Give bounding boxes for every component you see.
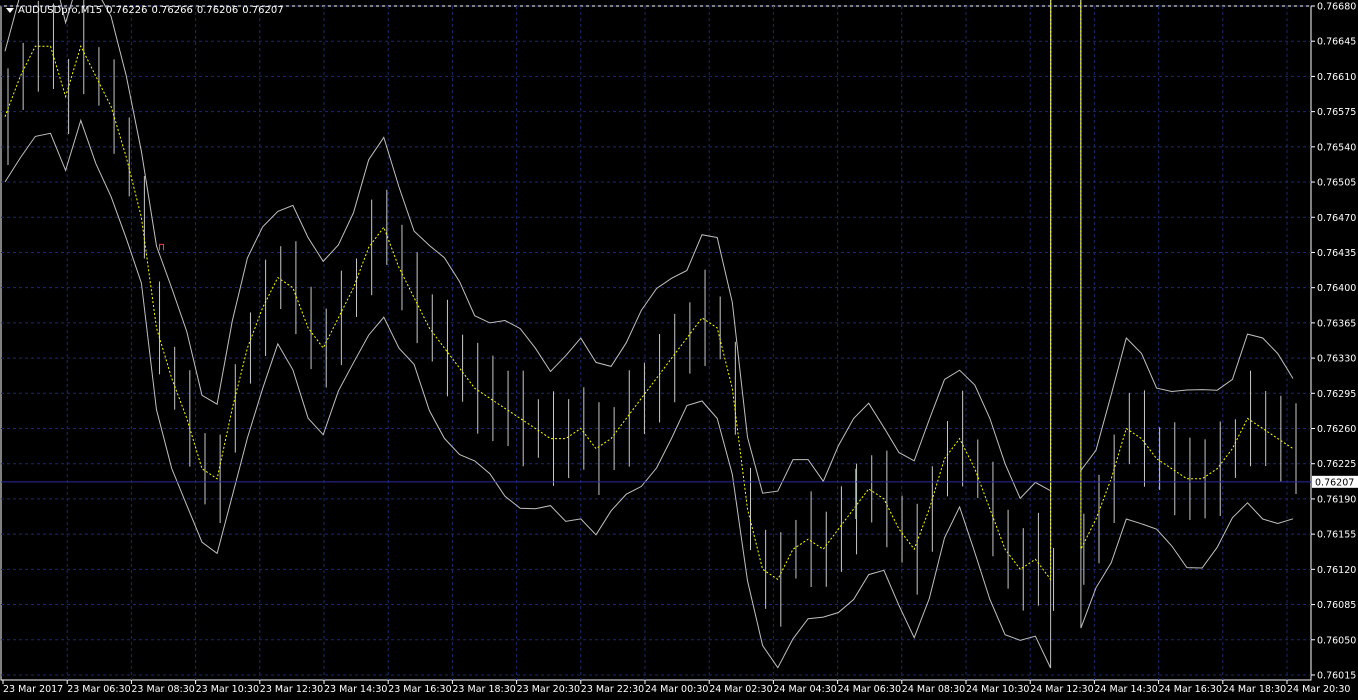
y-tick-label: 0.76470 [1317, 213, 1356, 224]
open-value: 0.76226 [106, 5, 148, 16]
high-value: 0.76266 [151, 5, 193, 16]
sell-arrow-icon [159, 243, 165, 251]
x-tick-label: 24 Mar 04:30 [773, 684, 836, 695]
y-tick-label: 0.76190 [1317, 494, 1356, 505]
y-tick-label: 0.76155 [1317, 530, 1356, 541]
y-tick-label: 0.76225 [1317, 459, 1356, 470]
price-chart[interactable]: 0.76680 0.76645 0.76610 0.76575 0.76540 0.765… [0, 0, 1358, 700]
x-tick-label: 23 Mar 06:30 [67, 684, 130, 695]
y-tick-label: 0.76015 [1317, 670, 1356, 681]
y-tick-label: 0.76645 [1317, 37, 1356, 48]
x-tick-label: 24 Mar 10:30 [966, 684, 1029, 695]
x-tick-label: 24 Mar 08:30 [902, 684, 965, 695]
x-tick-label: 24 Mar 06:30 [838, 684, 901, 695]
x-tick-label: 23 Mar 22:30 [581, 684, 644, 695]
y-tick-label: 0.76365 [1317, 318, 1356, 329]
y-tick-label: 0.76330 [1317, 354, 1356, 365]
x-tick-label: 23 Mar 10:30 [196, 684, 259, 695]
y-tick-label: 0.76260 [1317, 424, 1356, 435]
x-tick-label: 23 Mar 08:30 [131, 684, 194, 695]
y-tick-label: 0.76050 [1317, 635, 1356, 646]
y-tick-label: 0.76295 [1317, 389, 1356, 400]
x-tick-label: 23 Mar 14:30 [324, 684, 387, 695]
low-value: 0.76206 [196, 5, 239, 16]
upper-band-line [4, 0, 1294, 500]
y-tick-label: 0.76575 [1317, 107, 1356, 118]
x-tick-label: 24 Mar 00:30 [645, 684, 708, 695]
x-tick-label: 23 Mar 2017 [3, 684, 63, 695]
collapse-triangle-icon[interactable] [6, 7, 14, 13]
x-tick-label: 24 Mar 16:30 [1159, 684, 1222, 695]
x-tick-label: 24 Mar 02:30 [709, 684, 772, 695]
x-tick-label: 23 Mar 12:30 [260, 684, 323, 695]
y-tick-label: 0.76610 [1317, 72, 1356, 83]
y-tick-label: 0.76505 [1317, 178, 1356, 189]
x-tick-label: 23 Mar 16:30 [388, 684, 451, 695]
y-tick-label: 0.76400 [1317, 283, 1356, 294]
plot-frame [0, 5, 1312, 681]
x-tick-label: 24 Mar 12:30 [1030, 684, 1093, 695]
lower-band-line [4, 0, 1294, 669]
x-tick-label: 23 Mar 20:30 [517, 684, 580, 695]
symbol-label: AUDUSDpro,M15 [18, 5, 103, 16]
current-price-label: 0.76207 [1315, 477, 1354, 488]
moving-average-line [4, 0, 1294, 581]
x-tick-label: 24 Mar 20:30 [1287, 684, 1350, 695]
x-tick-label: 23 Mar 18:30 [452, 684, 515, 695]
x-tick-label: 24 Mar 14:30 [1094, 684, 1157, 695]
y-tick-label: 0.76540 [1317, 142, 1356, 153]
y-tick-label: 0.76435 [1317, 248, 1356, 259]
chart-header: AUDUSDpro,M15 0.76226 0.76266 0.76206 0.7620… [6, 4, 288, 18]
x-tick-label: 24 Mar 18:30 [1223, 684, 1286, 695]
y-tick-label: 0.76120 [1317, 565, 1356, 576]
y-tick-label: 0.76085 [1317, 600, 1356, 611]
y-tick-label: 0.76680 [1317, 2, 1356, 13]
close-value: 0.76207 [242, 5, 284, 16]
chart-window[interactable]: 0.76680 0.76645 0.76610 0.76575 0.76540 0.765… [0, 0, 1358, 700]
